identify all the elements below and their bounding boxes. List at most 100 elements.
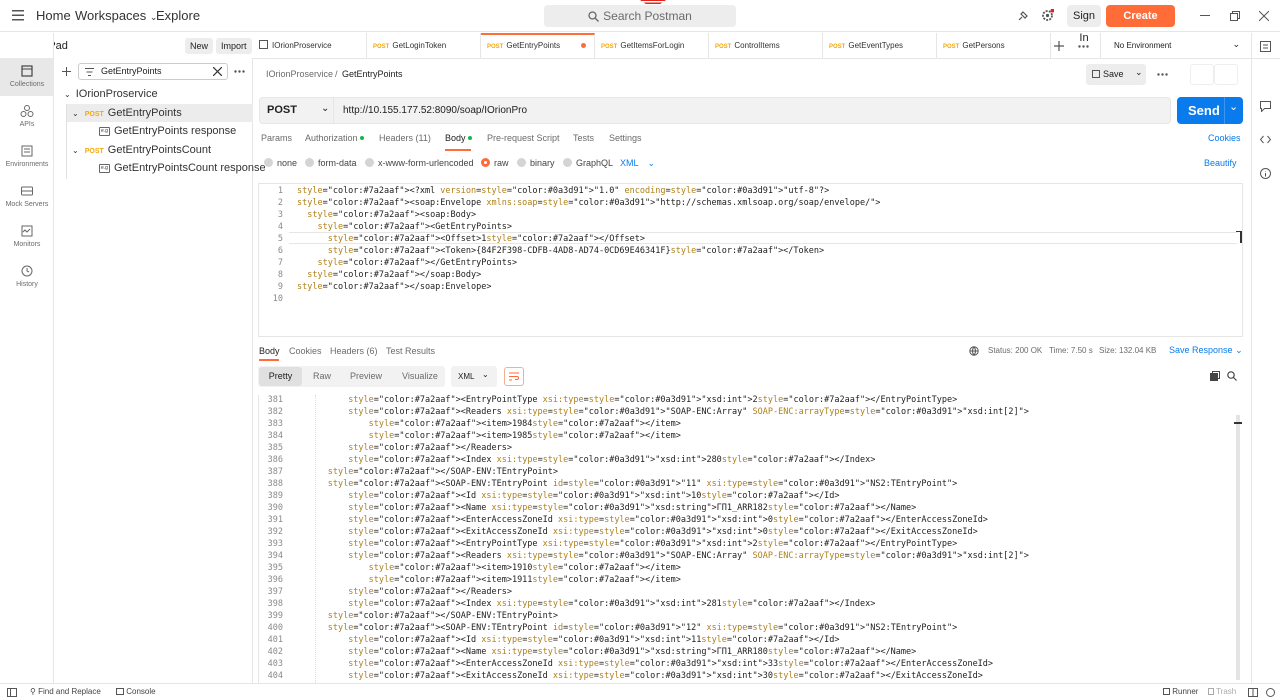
tab-authorization[interactable]: Authorization [305,133,365,143]
tab-settings[interactable]: Settings [609,133,642,143]
close-icon[interactable] [1259,11,1269,21]
explore-link[interactable]: Explore [156,0,200,32]
sign-in-button[interactable]: Sign In [1067,5,1101,44]
trash-button[interactable]: Trash [1208,687,1236,696]
tab-pre-request-script[interactable]: Pre-request Script [487,133,560,143]
radio-form-data[interactable]: form-data [305,158,357,168]
code-icon[interactable] [1260,134,1271,145]
send-button[interactable]: Send ⌄ [1177,97,1243,124]
request-options-icon[interactable] [1157,73,1168,76]
radio-binary[interactable]: binary [517,158,555,168]
response-body-viewer[interactable]: 381 style="color:#7a2aaf"><EntryPointTyp… [258,395,1243,683]
tab-getpersons[interactable]: POST GetPersons [937,33,1051,59]
code-line: style="color:#7a2aaf"><Name xsi:type=sty… [348,647,917,657]
tree-collection-iorionproservice[interactable]: ⌄ IOrionProservice [64,85,158,103]
minimize-icon[interactable] [1200,15,1210,17]
edit-icon[interactable] [1190,64,1214,85]
rail-item-collections[interactable]: Collections [0,59,54,97]
comments-panel-icon[interactable] [1260,101,1271,112]
resp-tab-headers[interactable]: Headers (6) [330,346,378,356]
globe-icon[interactable] [969,346,979,356]
vertical-scrollbar[interactable] [1236,415,1240,680]
settings-icon[interactable] [1041,9,1054,22]
search-bar[interactable]: Search Postman [544,5,736,27]
tree-example-getentrypoints-response[interactable]: e.g GetEntryPoints response [99,122,236,140]
more-options-icon[interactable] [234,70,245,73]
console-button[interactable]: Console [116,687,156,696]
response-format-select[interactable]: XML ⌄ [451,366,497,387]
tab-tests[interactable]: Tests [573,133,594,143]
rail-item-apis[interactable]: APIs [0,99,54,137]
tab-headers[interactable]: Headers (11) [379,133,431,143]
tab-options-icon[interactable] [1078,45,1089,48]
create-account-button[interactable]: Create Account [1106,5,1175,44]
filter-field[interactable]: GetEntryPoints [78,63,228,80]
breadcrumb-current[interactable]: GetEntryPoints [342,69,403,79]
tab-geteventtypes[interactable]: POST GetEventTypes [823,33,937,59]
clear-filter-icon[interactable] [213,67,222,76]
sidebar-toggle-icon[interactable] [7,688,17,697]
breadcrumb-parent[interactable]: IOrionProservice [266,69,333,79]
rail-item-mock-servers[interactable]: Mock Servers [0,179,54,217]
top-bar: Home Workspaces ⌄ Explore Search Postman… [0,0,1280,44]
save-response-button[interactable]: Save Response ⌄ [1169,345,1243,356]
import-button[interactable]: Import [216,38,252,54]
restore-icon[interactable] [1230,11,1240,21]
beautify-link[interactable]: Beautify [1204,158,1237,168]
info-icon[interactable] [1260,168,1271,179]
tab-controlitems[interactable]: POST ControlItems [709,33,823,59]
new-button[interactable]: New [185,38,214,54]
tree-request-getentrypoints[interactable]: ⌄ POST GetEntryPoints [72,104,182,122]
comments-icon[interactable] [1214,64,1238,85]
tree-request-getentrypointscount[interactable]: ⌄ POST GetEntryPointsCount [72,141,211,159]
rail-item-history[interactable]: History [0,259,54,297]
radio-none[interactable]: none [264,158,297,168]
wrap-lines-icon[interactable] [504,367,524,386]
tab-iorionproservice[interactable]: IOrionProservice [253,33,367,59]
new-tab-icon[interactable] [1054,41,1064,51]
rail-item-monitors[interactable]: Monitors [0,219,54,257]
resp-tab-test-results[interactable]: Test Results [386,346,435,356]
view-raw[interactable]: Raw [313,371,331,381]
documentation-icon[interactable] [1260,41,1271,52]
add-icon[interactable] [62,67,71,76]
filter-input[interactable]: GetEntryPoints [101,66,162,76]
radio-raw[interactable]: raw [481,158,509,168]
satellite-icon[interactable] [1017,10,1029,22]
find-replace-label: Find and Replace [38,687,101,696]
two-pane-icon[interactable] [1248,688,1258,697]
body-format-select[interactable]: XML ⌄ [620,158,655,169]
url-input[interactable]: http://10.155.177.52:8090/soap/IOrionPro [334,97,1171,124]
tab-params[interactable]: Params [261,133,292,143]
tab-body[interactable]: Body [445,133,473,143]
radio-x-www-form-urlencoded[interactable]: x-www-form-urlencoded [365,158,474,168]
home-link[interactable]: Home [36,0,71,32]
search-response-icon[interactable] [1227,371,1237,381]
cookies-link[interactable]: Cookies [1208,133,1241,143]
view-pretty[interactable]: Pretty [259,367,302,386]
menu-icon[interactable] [12,10,24,21]
resp-body-underline [259,359,279,361]
tab-getentrypoints[interactable]: POST GetEntryPoints [481,33,595,59]
request-body-editor[interactable]: 1 style="color:#7a2aaf"><?xml version=sty… [258,183,1243,336]
runner-button[interactable]: Runner [1163,687,1198,696]
code-line: style="color:#7a2aaf"></SOAP-ENV:TEntryP… [327,467,559,477]
editor-bottom-border [258,336,1243,337]
find-replace-button[interactable]: ⚲ Find and Replace [30,687,101,696]
workspaces-menu[interactable]: Workspaces ⌄ [75,0,157,32]
resp-tab-cookies[interactable]: Cookies [289,346,322,356]
help-icon[interactable] [1266,688,1275,697]
rail-item-environments[interactable]: Environments [0,139,54,177]
view-visualize[interactable]: Visualize [402,371,438,381]
copy-icon[interactable] [1210,371,1220,381]
resp-tab-body[interactable]: Body [259,346,280,356]
tree-example-getentrypointscount-response[interactable]: e.g GetEntryPointsCount response [99,159,266,177]
code-line: style="color:#7a2aaf"><GetEntryPoints> [317,222,512,232]
environment-selector[interactable]: No Environment ⌄ [1100,33,1248,59]
view-preview[interactable]: Preview [350,371,382,381]
tab-getlogintoken[interactable]: POST GetLoginToken [367,33,481,59]
radio-graphql[interactable]: GraphQL [563,158,613,168]
method-select[interactable]: POST ⌄ [259,97,334,124]
save-button[interactable]: Save ⌄ [1086,64,1146,85]
tab-getitemsforlogin[interactable]: POST GetItemsForLogin [595,33,709,59]
